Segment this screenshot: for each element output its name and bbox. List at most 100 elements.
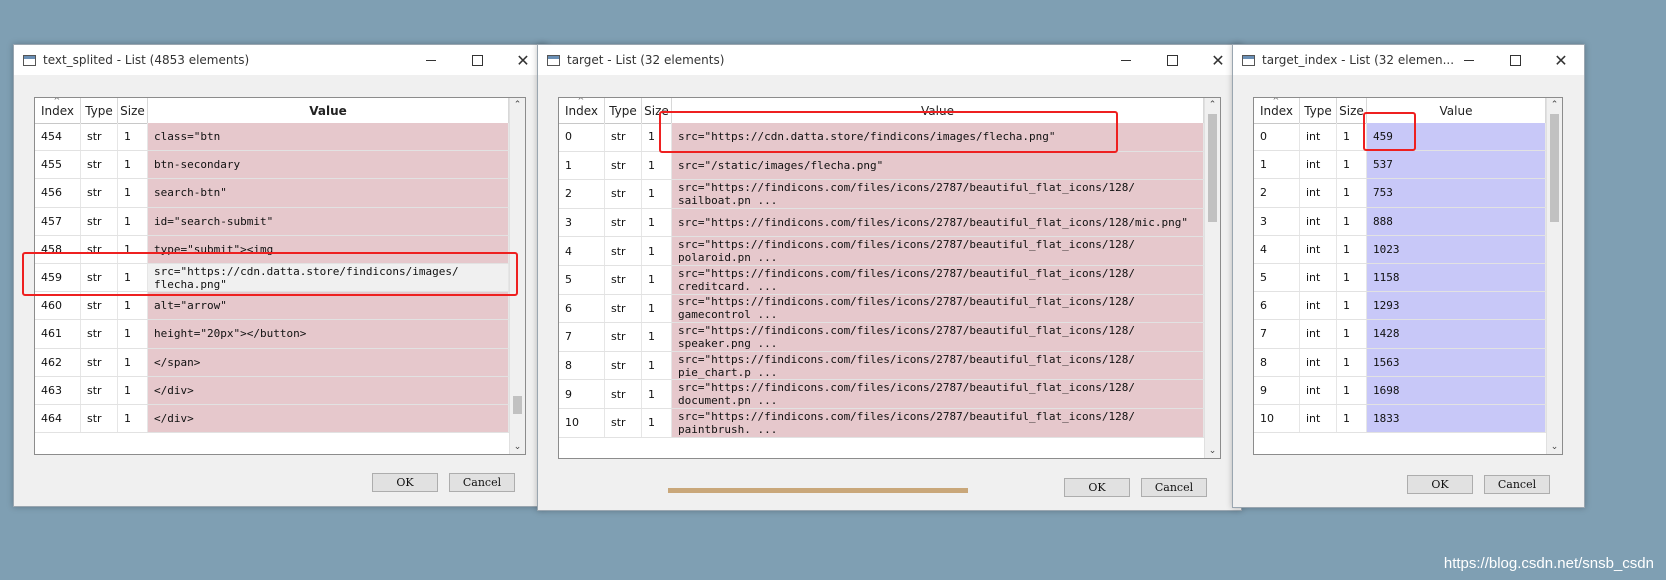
table-row[interactable]: 7 int 1 1428 (1254, 320, 1546, 349)
cell-size[interactable]: 1 (118, 405, 148, 433)
cell-type[interactable]: int (1300, 320, 1337, 348)
cancel-button[interactable]: Cancel (1141, 478, 1207, 497)
cell-size[interactable]: 1 (1337, 151, 1367, 179)
table-row[interactable]: 5 str 1 src="https://findicons.com/files/ic… (559, 266, 1204, 295)
cell-value[interactable]: src="https://findicons.com/files/icons/2… (672, 380, 1204, 408)
column-header-type[interactable]: Type (605, 98, 642, 123)
cell-size[interactable]: 1 (1337, 348, 1367, 376)
table-row[interactable]: 10 str 1 src="https://findicons.com/files/i… (559, 409, 1204, 438)
cell-size[interactable]: 1 (642, 151, 672, 180)
cell-index[interactable]: 6 (559, 294, 605, 323)
cell-index[interactable]: 3 (1254, 207, 1300, 235)
table-row[interactable]: 455 str 1 btn-secondary (35, 151, 509, 180)
maximize-button[interactable] (1492, 45, 1538, 75)
table-row[interactable]: 5 int 1 1158 (1254, 264, 1546, 293)
cell-index[interactable]: 6 (1254, 292, 1300, 320)
cell-size[interactable]: 1 (1337, 292, 1367, 320)
cell-size[interactable]: 1 (642, 266, 672, 294)
table-row[interactable]: 6 str 1 src="https://findicons.com/files/ic… (559, 294, 1204, 324)
cell-index[interactable]: 8 (559, 351, 605, 380)
cell-type[interactable]: str (605, 294, 642, 323)
cell-value[interactable]: 1158 (1367, 264, 1546, 292)
cell-size[interactable]: 1 (642, 180, 672, 208)
scroll-thumb[interactable] (1550, 114, 1559, 222)
cell-value[interactable]: 1833 (1367, 405, 1546, 433)
cell-type[interactable]: str (81, 376, 118, 404)
scroll-up-icon[interactable]: ⌃ (1205, 98, 1220, 112)
cell-index[interactable]: 4 (1254, 235, 1300, 263)
cell-value[interactable]: 537 (1367, 151, 1546, 179)
cell-index[interactable]: 454 (35, 123, 81, 151)
cancel-button[interactable]: Cancel (449, 473, 515, 492)
cell-type[interactable]: str (605, 208, 642, 237)
cell-index[interactable]: 0 (559, 123, 605, 151)
cell-index[interactable]: 8 (1254, 348, 1300, 376)
cell-value[interactable]: </div> (148, 376, 509, 404)
cancel-button[interactable]: Cancel (1484, 475, 1550, 494)
cell-index[interactable]: 1 (1254, 151, 1300, 179)
cell-type[interactable]: int (1300, 264, 1337, 292)
cell-size[interactable]: 1 (118, 207, 148, 235)
cell-value[interactable]: src="https://findicons.com/files/icons/2… (672, 294, 1204, 323)
cell-type[interactable]: str (605, 123, 642, 151)
cell-size[interactable]: 1 (642, 294, 672, 323)
table-row[interactable]: 460 str 1 alt="arrow" (35, 292, 509, 321)
cell-index[interactable]: 3 (559, 208, 605, 237)
cell-type[interactable]: str (81, 348, 118, 376)
cell-type[interactable]: str (605, 266, 642, 294)
table-row[interactable]: 9 int 1 1698 (1254, 376, 1546, 405)
cell-value[interactable]: src="https://findicons.com/files/icons/2… (672, 208, 1204, 237)
cell-type[interactable]: str (81, 405, 118, 433)
cell-size[interactable]: 1 (642, 208, 672, 237)
cell-type[interactable]: str (605, 380, 642, 408)
column-header-type[interactable]: Type (1300, 98, 1337, 123)
cell-type[interactable]: int (1300, 179, 1337, 207)
cell-type[interactable]: int (1300, 376, 1337, 404)
table-row[interactable]: 457 str 1 id="search-submit" (35, 207, 509, 236)
title-bar[interactable]: text_splited - List (4853 elements) ✕ (14, 45, 546, 75)
cell-index[interactable]: 4 (559, 237, 605, 265)
cell-type[interactable]: int (1300, 151, 1337, 179)
cell-value[interactable]: search-btn" (148, 179, 509, 207)
cell-type[interactable]: str (81, 123, 118, 151)
close-button[interactable]: ✕ (1538, 45, 1584, 75)
cell-index[interactable]: 461 (35, 320, 81, 348)
scroll-down-icon[interactable]: ⌄ (1205, 444, 1220, 458)
column-header-index[interactable]: ^ Index (1254, 98, 1300, 123)
table-row[interactable]: 4 str 1 src="https://findicons.com/files/ic… (559, 237, 1204, 266)
cell-value[interactable]: 1698 (1367, 376, 1546, 404)
cell-type[interactable]: int (1300, 123, 1337, 151)
scroll-up-icon[interactable]: ⌃ (510, 98, 525, 112)
cell-index[interactable]: 0 (1254, 123, 1300, 151)
cell-value[interactable]: src="/static/images/flecha.png" (672, 151, 1204, 180)
cell-size[interactable]: 1 (642, 351, 672, 380)
cell-value[interactable]: 888 (1367, 207, 1546, 235)
column-header-index[interactable]: ^ Index (35, 98, 81, 123)
cell-index[interactable]: 7 (559, 323, 605, 351)
cell-value[interactable]: btn-secondary (148, 151, 509, 179)
cell-index[interactable]: 10 (559, 409, 605, 437)
cell-size[interactable]: 1 (118, 179, 148, 207)
table-row[interactable]: 9 str 1 src="https://findicons.com/files/ic… (559, 380, 1204, 409)
cell-index[interactable]: 2 (559, 180, 605, 208)
cell-value[interactable]: src="https://findicons.com/files/icons/2… (672, 351, 1204, 380)
cell-value[interactable]: src="https://findicons.com/files/icons/2… (672, 266, 1204, 294)
cell-index[interactable]: 456 (35, 179, 81, 207)
cell-type[interactable]: str (605, 151, 642, 180)
table-row[interactable]: 454 str 1 class="btn (35, 123, 509, 152)
cell-size[interactable]: 1 (118, 320, 148, 348)
cell-size[interactable]: 1 (118, 123, 148, 151)
cell-size[interactable]: 1 (118, 348, 148, 376)
cell-type[interactable]: int (1300, 207, 1337, 235)
title-bar[interactable]: target_index - List (32 elemen... ✕ (1233, 45, 1584, 75)
cell-size[interactable]: 1 (118, 151, 148, 179)
table-row[interactable]: 8 str 1 src="https://findicons.com/files/ic… (559, 351, 1204, 381)
cell-type[interactable]: str (81, 292, 118, 320)
cell-index[interactable]: 5 (1254, 264, 1300, 292)
cell-value[interactable]: 1293 (1367, 292, 1546, 320)
cell-type[interactable]: str (81, 207, 118, 235)
cell-value[interactable]: class="btn (148, 123, 509, 151)
cell-value[interactable]: src="https://findicons.com/files/icons/2… (672, 237, 1204, 265)
scroll-down-icon[interactable]: ⌄ (1547, 440, 1562, 454)
cell-size[interactable]: 1 (1337, 405, 1367, 433)
